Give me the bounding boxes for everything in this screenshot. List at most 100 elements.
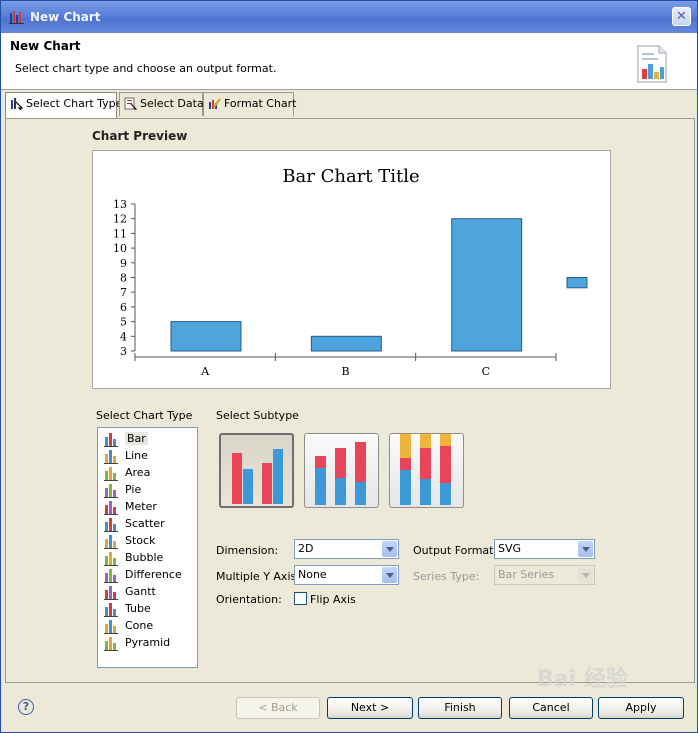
watermark: Bai 经验 — [537, 667, 628, 692]
chart-type-list[interactable]: Bar Line Area Pie Meter Scatter Stock Bubble Dif… — [97, 427, 198, 668]
tab-format-chart[interactable]: Format Chart — [203, 92, 297, 116]
multiple-y-axis-select[interactable]: None — [294, 565, 399, 585]
y-tick-label: 13 — [113, 198, 127, 211]
chart-type-item-pyramid[interactable]: Pyramid — [101, 635, 170, 651]
wizard-header: New Chart Select chart type and choose a… — [1, 33, 697, 90]
pie-chart-icon — [104, 484, 118, 498]
line-chart-icon — [104, 450, 118, 464]
output-format-select[interactable]: SVG — [494, 539, 595, 559]
dimension-value: 2D — [298, 542, 314, 555]
overflow-bar — [566, 277, 588, 289]
y-tick-label: 12 — [113, 213, 127, 226]
output-format-label: Output Format: — [413, 544, 498, 557]
chart-type-item-cone[interactable]: Cone — [101, 618, 153, 634]
chart-type-label-text: Line — [125, 449, 148, 462]
bar-c — [451, 218, 523, 352]
y-tick-label: 9 — [120, 257, 127, 270]
finish-button[interactable]: Finish — [418, 697, 502, 719]
window-title: New Chart — [30, 10, 101, 24]
tab-content: Chart Preview Bar Chart Title 3 4 5 6 7 8 9 10 11… — [5, 118, 695, 683]
tab-label: Select Chart Type — [26, 97, 123, 110]
chart-type-label-text: Difference — [125, 568, 182, 581]
area-chart-icon — [104, 467, 118, 481]
dimension-select[interactable]: 2D — [294, 539, 399, 559]
chart-type-label-text: Bubble — [125, 551, 164, 564]
chart-type-item-bubble[interactable]: Bubble — [101, 550, 163, 566]
difference-chart-icon — [104, 569, 118, 583]
bar-chart-icon — [11, 98, 23, 110]
page-title: New Chart — [10, 39, 81, 53]
chart-type-item-scatter[interactable]: Scatter — [101, 516, 165, 532]
tube-chart-icon — [104, 603, 118, 617]
tab-label: Format Chart — [224, 97, 297, 110]
bar-a — [170, 321, 242, 352]
y-tick-label: 6 — [120, 301, 127, 314]
y-tick-label: 3 — [120, 345, 127, 358]
tab-label: Select Data — [140, 97, 204, 110]
apply-button[interactable]: Apply — [598, 697, 684, 719]
chart-type-label-text: Bar — [125, 432, 148, 445]
stock-chart-icon — [104, 535, 118, 549]
series-type-value: Bar Series — [498, 568, 555, 581]
x-tick-label: A — [200, 365, 210, 378]
y-tick-label: 11 — [113, 227, 127, 240]
subtype-percent-stacked[interactable] — [389, 433, 464, 508]
cancel-button[interactable]: Cancel — [509, 697, 593, 719]
subtype-label: Select Subtype — [216, 409, 299, 422]
chart-type-label-text: Area — [125, 466, 151, 479]
title-bar: New Chart ✕ — [1, 1, 697, 33]
pyramid-chart-icon — [104, 637, 118, 651]
back-button: < Back — [236, 697, 320, 719]
new-chart-dialog: New Chart ✕ New Chart Select chart type … — [0, 0, 698, 733]
x-tick-label: B — [341, 365, 349, 378]
chart-type-label-text: Pie — [125, 483, 142, 496]
chevron-down-icon[interactable] — [382, 541, 397, 557]
dimension-label: Dimension: — [216, 544, 279, 557]
help-icon[interactable]: ? — [18, 699, 34, 715]
multiple-y-axis-value: None — [298, 568, 327, 581]
flip-axis-checkbox[interactable] — [294, 592, 307, 605]
chart-type-item-stock[interactable]: Stock — [101, 533, 155, 549]
bar-chart: Bar Chart Title 3 45 6 78 9 10 1112 13 A B C — [113, 166, 588, 378]
multiple-y-axis-label: Multiple Y Axis: — [216, 570, 300, 583]
bubble-chart-icon — [104, 552, 118, 566]
chart-preview: Bar Chart Title 3 4 5 6 7 8 9 10 11 12 13 A B C — [92, 150, 611, 389]
tab-select-data[interactable]: Select Data — [119, 92, 204, 116]
y-tick-label: 8 — [120, 272, 127, 285]
chart-preview-label: Chart Preview — [92, 129, 188, 143]
tab-select-chart-type[interactable]: Select Chart Type — [5, 92, 122, 119]
gantt-chart-icon — [104, 586, 118, 600]
close-button[interactable]: ✕ — [672, 7, 691, 26]
chart-type-item-bar[interactable]: Bar — [101, 431, 148, 447]
new-chart-wizard-icon — [637, 45, 667, 83]
subtype-stacked[interactable] — [304, 433, 379, 508]
scatter-chart-icon — [104, 518, 118, 532]
chart-type-item-meter[interactable]: Meter — [101, 499, 157, 515]
flip-axis-label[interactable]: Flip Axis — [310, 593, 356, 606]
chart-type-label-text: Tube — [125, 602, 151, 615]
chart-type-label-text: Scatter — [125, 517, 165, 530]
chevron-down-icon — [578, 567, 593, 583]
chart-type-item-tube[interactable]: Tube — [101, 601, 151, 617]
chevron-down-icon[interactable] — [578, 541, 593, 557]
stacked-bar-icon — [315, 442, 366, 505]
subtype-side-by-side[interactable] — [219, 433, 294, 508]
chart-type-item-pie[interactable]: Pie — [101, 482, 141, 498]
chart-type-item-gantt[interactable]: Gantt — [101, 584, 156, 600]
chart-title: Bar Chart Title — [282, 166, 419, 187]
chevron-down-icon[interactable] — [382, 567, 397, 583]
chart-type-label-text: Pyramid — [125, 636, 171, 649]
page-subtitle: Select chart type and choose an output f… — [15, 62, 277, 75]
y-tick-label: 10 — [113, 242, 127, 255]
chart-type-item-line[interactable]: Line — [101, 448, 148, 464]
bar-b — [310, 335, 382, 352]
bar-chart-icon — [104, 433, 118, 447]
chart-type-item-difference[interactable]: Difference — [101, 567, 182, 583]
chart-type-label-text: Meter — [125, 500, 157, 513]
next-button[interactable]: Next > — [327, 697, 413, 719]
x-tick-label: C — [482, 365, 490, 378]
y-tick-label: 5 — [120, 316, 127, 329]
chart-type-item-area[interactable]: Area — [101, 465, 150, 481]
series-type-label: Series Type: — [413, 570, 480, 583]
output-format-value: SVG — [498, 542, 522, 555]
